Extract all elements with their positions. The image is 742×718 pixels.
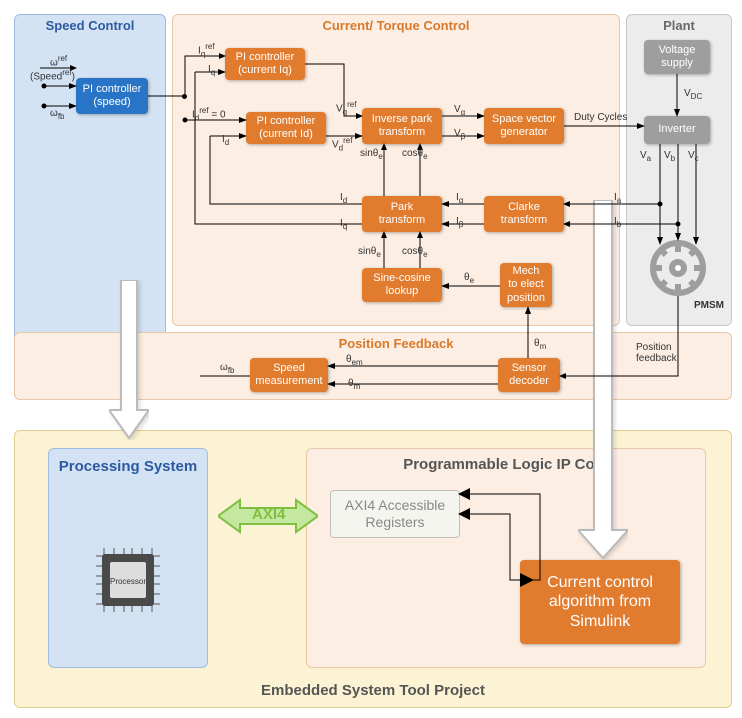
sincos-block: Sine-cosine lookup [362, 268, 442, 302]
voltage-block: Voltage supply [644, 40, 710, 74]
sensor-block: Sensor decoder [498, 358, 560, 392]
lbl-idref: Idref = 0 [192, 106, 226, 122]
lbl-va: Va [640, 150, 651, 163]
speed-title: Speed Control [14, 18, 166, 33]
processor-icon: Processor [94, 546, 162, 614]
speedm-block: Speed measurement [250, 358, 328, 392]
lbl-sinth: sinθe [360, 148, 383, 161]
lbl-iq2: Iq [340, 218, 347, 231]
lbl-speedref: (Speedref) [30, 68, 75, 82]
lbl-them: θem [346, 354, 363, 367]
embedded-title: Embedded System Tool Project [14, 682, 732, 699]
pmsm-icon [650, 240, 706, 296]
pmsm-label: PMSM [694, 300, 724, 311]
arrow-current-to-pl [578, 200, 628, 565]
lbl-vdref: Vdref [332, 136, 352, 152]
lbl-vdc: VDC [684, 88, 702, 101]
processing-title: Processing System [48, 458, 208, 475]
lbl-vb: Vb [664, 150, 675, 163]
mech-block: Mech to elect position [500, 263, 552, 307]
lbl-id2: Id [340, 192, 347, 205]
lbl-id: Id [222, 134, 229, 147]
axi4-reg-block: AXI4 Accessible Registers [330, 490, 460, 538]
lbl-iq: Iq [208, 64, 215, 77]
lbl-ibeta: Iβ [456, 216, 463, 229]
position-title: Position Feedback [172, 336, 620, 351]
lbl-the: θe [464, 272, 474, 285]
axi4-label: AXI4 [252, 506, 285, 523]
park-block: Park transform [362, 196, 442, 232]
clarke-block: Clarke transform [484, 196, 564, 232]
lbl-sinth2: sinθe [358, 246, 381, 259]
lbl-iqref: Iqref [198, 42, 215, 58]
lbl-duty: Duty Cycles [574, 112, 627, 123]
lbl-vqref: Vqref [336, 100, 356, 116]
pi-iq-block: PI controller (current Iq) [225, 48, 305, 80]
lbl-costh: cosθe [402, 148, 428, 161]
pi-id-block: PI controller (current Id) [246, 112, 326, 144]
plcore-title: Programmable Logic IP Core [306, 456, 706, 473]
ccas-block: Current control algorithm from Simulink [520, 560, 680, 644]
lbl-thm2: θm [348, 378, 360, 391]
lbl-posfb: Positionfeedback [636, 342, 696, 364]
svg-block: Space vector generator [484, 108, 564, 144]
lbl-valpha: Vα [454, 104, 465, 117]
svg-text:Processor: Processor [110, 577, 146, 586]
arrow-speed-to-ps [109, 280, 149, 445]
current-title: Current/ Torque Control [172, 18, 620, 33]
lbl-ib: Ib [614, 216, 621, 229]
pi-speed-block: PI controller (speed) [76, 78, 148, 114]
lbl-wfb: ωfb [50, 108, 64, 121]
lbl-ialpha: Iα [456, 192, 463, 205]
lbl-vc: Vc [688, 150, 699, 163]
lbl-wfb2: ωfb [220, 362, 234, 375]
plant-title: Plant [626, 18, 732, 33]
lbl-vbeta: Vβ [454, 128, 465, 141]
lbl-wref: ωref [50, 54, 67, 68]
inverter-block: Inverter [644, 116, 710, 144]
inv-park-block: Inverse park transform [362, 108, 442, 144]
lbl-ia: Ia [614, 192, 621, 205]
lbl-thm: θm [534, 338, 546, 351]
lbl-costh2: cosθe [402, 246, 428, 259]
